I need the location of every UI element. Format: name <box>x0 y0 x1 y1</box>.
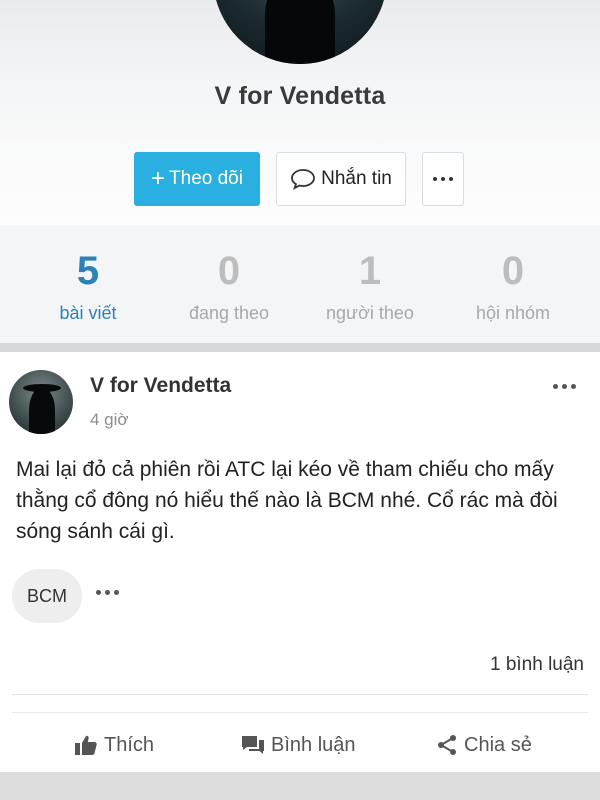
stat-posts[interactable]: 5 bài viết <box>13 245 163 324</box>
stat-value: 0 <box>501 249 525 293</box>
thumbs-up-icon <box>75 735 97 755</box>
post-timestamp: 4 giờ <box>90 410 129 429</box>
profile-name: V for Vendetta <box>214 82 386 110</box>
comment-count[interactable]: 1 bình luận <box>490 654 584 676</box>
profile-header: V for Vendetta + Theo dõi Nhắn tin <box>0 0 600 225</box>
stat-following[interactable]: 0 đang theo <box>154 245 304 324</box>
section-divider <box>0 343 600 352</box>
message-button[interactable]: Nhắn tin <box>276 152 406 206</box>
post-card: V for Vendetta 4 giờ Mai lại đỏ cả phiên… <box>0 352 600 772</box>
stock-tag-chip[interactable]: BCM <box>12 569 82 623</box>
stat-label: đang theo <box>188 303 270 323</box>
stat-groups[interactable]: 0 hội nhóm <box>438 245 588 324</box>
stat-label: bài viết <box>59 303 117 323</box>
divider <box>12 694 588 695</box>
stat-value: 0 <box>217 249 241 293</box>
profile-stats: 5 bài viết 0 đang theo 1 người theo 0 hộ… <box>0 225 600 343</box>
stat-followers[interactable]: 1 người theo <box>295 245 445 324</box>
profile-avatar[interactable] <box>213 0 387 64</box>
message-label: Nhắn tin <box>321 168 392 189</box>
stat-value: 1 <box>358 249 382 293</box>
section-divider <box>0 772 600 800</box>
more-dots-icon <box>96 590 119 595</box>
share-label: Chia sẻ <box>464 733 532 756</box>
share-button[interactable]: Chia sẻ <box>436 728 532 762</box>
stat-label: hội nhóm <box>475 303 551 323</box>
like-label: Thích <box>104 733 155 756</box>
chat-bubble-icon <box>291 169 316 190</box>
post-body: Mai lại đỏ cả phiên rồi ATC lại kéo về t… <box>16 458 558 543</box>
avatar-figure <box>29 388 55 434</box>
post-author-avatar[interactable] <box>9 370 73 434</box>
post-menu-button[interactable] <box>548 380 580 392</box>
stat-value: 5 <box>76 249 100 293</box>
plus-icon: + <box>151 165 166 192</box>
more-dots-icon <box>433 177 453 181</box>
like-button[interactable]: Thích <box>74 728 154 762</box>
comment-button[interactable]: Bình luận <box>241 728 356 762</box>
comment-icon <box>242 736 264 754</box>
more-dots-icon <box>552 383 576 389</box>
avatar-figure <box>265 0 335 64</box>
comment-label: Bình luận <box>271 733 356 756</box>
follow-label: Theo dõi <box>169 168 243 189</box>
more-options-button[interactable] <box>422 152 464 206</box>
share-icon <box>438 735 456 755</box>
tag-more-button[interactable] <box>96 590 119 595</box>
post-author-name[interactable]: V for Vendetta <box>90 374 231 398</box>
divider <box>12 712 588 713</box>
follow-button[interactable]: + Theo dõi <box>134 152 260 206</box>
profile-page: V for Vendetta + Theo dõi Nhắn tin 5 bài… <box>0 0 600 800</box>
stat-label: người theo <box>326 303 414 323</box>
